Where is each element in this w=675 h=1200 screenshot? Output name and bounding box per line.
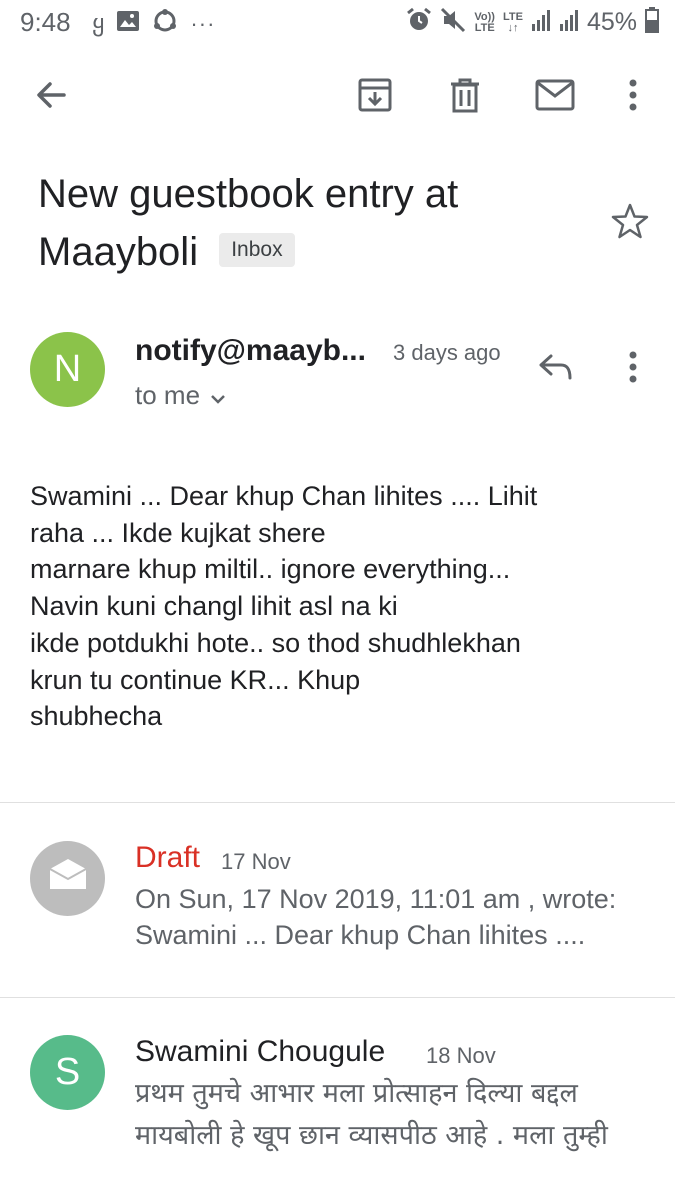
status-time: 9:48 [20,7,71,37]
more-notifications-icon: ··· [190,10,216,36]
sender-name[interactable]: notify@maayb... [135,334,366,368]
delete-button[interactable] [442,74,488,120]
mail-icon [535,79,575,116]
subject-line-2-row: Maayboli Inbox [38,223,598,281]
reply-sender-avatar: S [30,1035,105,1110]
draft-message-row[interactable]: Draft 17 Nov On Sun, 17 Nov 2019, 11:01 … [0,803,675,997]
sender-avatar-letter: N [53,348,82,390]
subject-line-2: Maayboli [38,230,199,274]
toolbar [0,62,675,132]
inbox-label-chip[interactable]: Inbox [219,233,295,268]
alarm-icon [406,7,432,38]
gallery-icon [116,10,140,37]
star-button[interactable] [607,200,653,246]
message-more-options-button[interactable] [610,346,656,392]
body-line: Navin kuni changl lihit asl na ki [30,591,398,622]
reply-sender-name: Swamini Chougule [135,1035,386,1068]
notification-app-icon: ყ [92,10,105,37]
sync-icon [152,9,178,38]
body-line: shubhecha [30,701,163,732]
draft-envelope-icon [48,857,88,901]
body-line: Swamini ... Dear khup Chan lihites .... … [30,481,538,511]
chevron-down-icon [210,380,226,411]
body-line: marnare khup miltil.. ignore everything.… [30,554,511,585]
recipient-details-toggle[interactable]: to me [135,380,226,411]
draft-header: Draft [135,841,200,875]
battery-icon [645,7,659,38]
message-body: Swamini ... Dear khup Chan lihites .... … [30,478,650,735]
reply-message-row[interactable]: S Swamini Chougule 18 Nov प्रथम तुमचे आभ… [0,998,675,1200]
archive-button[interactable] [352,74,398,120]
reply-snippet-line-1: प्रथम तुमचे आभार मला प्रोत्साहन दिल्या ब… [135,1078,578,1109]
draft-label: Draft [135,841,201,874]
body-line: ikde potdukhi hote.. so thod shudhlekhan [30,627,521,658]
signal-icon-2 [559,8,579,37]
reply-date: 18 Nov [426,1043,496,1068]
draft-date: 17 Nov [221,849,291,874]
body-line: raha ... Ikde kujkat shere [30,517,326,548]
body-line: krun tu continue KR... Khup [30,664,361,695]
reply-icon [537,353,573,386]
subject-line-1: New guestbook entry at [38,172,459,216]
archive-icon [357,77,393,118]
draft-avatar [30,841,105,916]
mark-unread-button[interactable] [532,74,578,120]
status-bar: 9:48 ყ ··· Vo)) LTE LTE ↓↑ 45% [0,0,675,46]
status-notification-icons: ყ ··· [92,9,215,38]
more-vert-icon [628,78,638,117]
more-options-button[interactable] [610,74,656,120]
reply-button[interactable] [532,346,578,392]
arrow-back-icon [34,78,68,117]
reply-avatar-letter: S [54,1051,81,1093]
back-button[interactable] [28,74,74,120]
status-system-icons: Vo)) LTE LTE ↓↑ 45% [406,7,659,38]
more-vert-icon [628,350,638,389]
battery-percentage: 45% [586,8,637,36]
draft-snippet-line-2: Swamini ... Dear khup Chan lihites .... [135,920,586,950]
recipient-label: to me [135,380,201,410]
message-time: 3 days ago [393,340,501,365]
draft-snippet-line-1: On Sun, 17 Nov 2019, 11:01 am , wrote: [135,884,617,914]
lte-icon: LTE ↓↑ [502,10,523,34]
trash-icon [448,77,482,118]
sender-avatar[interactable]: N [30,332,105,407]
star-outline-icon [611,203,649,244]
reply-snippet-line-2: मायबोली हे खूप छान व्यासपीठ आहे . मला तु… [135,1120,608,1151]
signal-icon-1 [531,8,551,37]
volte-icon: Vo)) LTE [474,10,495,34]
email-subject: New guestbook entry at Maayboli Inbox [38,165,598,281]
mute-icon [440,7,466,38]
